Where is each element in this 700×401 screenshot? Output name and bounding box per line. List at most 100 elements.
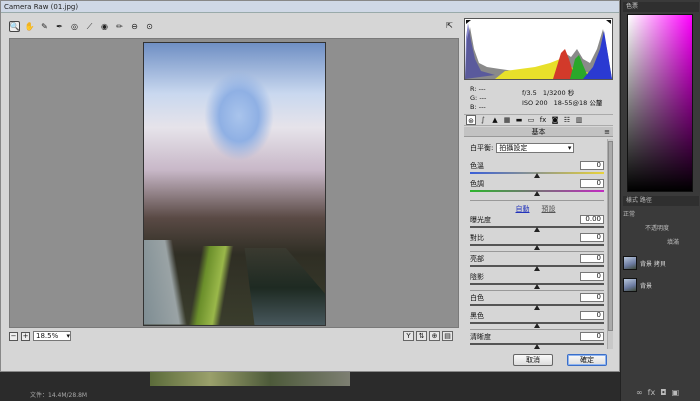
brush-tool-icon[interactable]: ✏ — [114, 21, 125, 32]
slider-thumb[interactable] — [534, 323, 540, 328]
slider-label: 陰影 — [470, 273, 484, 281]
slider-thumb[interactable] — [534, 305, 540, 310]
auto-default-row: 自動 預設 — [464, 204, 607, 214]
slider-thumb[interactable] — [534, 344, 540, 349]
hsl-tab-icon[interactable]: ▦ — [502, 115, 512, 125]
targeted-adjustment-tool-icon[interactable]: ◎ — [69, 21, 80, 32]
slider-label: 清晰度 — [470, 333, 491, 341]
split-toning-tab-icon[interactable]: ▬ — [514, 115, 524, 125]
slider-value-field[interactable]: 0 — [580, 293, 604, 302]
new-layer-icon[interactable]: ▣ — [672, 388, 680, 397]
lens-value: 18-55@18 公釐 — [553, 99, 603, 107]
fullscreen-toggle-icon[interactable]: ⇱ — [444, 21, 455, 32]
styles-paths-tabs[interactable]: 樣式 路徑 — [623, 196, 699, 206]
presets-tab-icon[interactable]: ☷ — [562, 115, 572, 125]
preview-photo — [143, 42, 326, 326]
slider-thumb[interactable] — [534, 191, 540, 196]
slider-value-field[interactable]: 0 — [580, 233, 604, 242]
tool-bar: 🔍 ✋ ✎ ✒ ◎ ⟋ ◉ ✏ ⊖ ⊙ — [9, 21, 155, 32]
slider-thumb[interactable] — [534, 227, 540, 232]
straighten-tool-icon[interactable]: ⟋ — [84, 21, 95, 32]
slider-value-field[interactable]: 0 — [580, 254, 604, 263]
zoom-out-button[interactable]: − — [9, 331, 18, 341]
copy-settings-icon[interactable]: ⊕ — [429, 331, 440, 341]
panel-scrollbar[interactable] — [607, 139, 613, 349]
snapshots-tab-icon[interactable]: ▥ — [574, 115, 584, 125]
r-label: R: — [470, 85, 477, 93]
default-link[interactable]: 預設 — [542, 204, 556, 214]
color-panel-tab[interactable]: 色票 — [623, 2, 699, 12]
hand-tool-icon[interactable]: ✋ — [24, 21, 35, 32]
fx-icon[interactable]: fx — [648, 388, 656, 397]
slider-label: 色調 — [470, 180, 484, 188]
slider-value-field[interactable]: 0 — [580, 161, 604, 170]
toggle-settings-icon[interactable]: ▤ — [442, 331, 453, 341]
link-layers-icon[interactable]: ∞ — [636, 388, 643, 397]
slider-value-field[interactable]: 0 — [580, 179, 604, 188]
layer-row[interactable]: 背景 拷貝 — [621, 252, 700, 274]
detail-tab-icon[interactable]: ▲ — [490, 115, 500, 125]
rotate-tool-icon[interactable]: ⊖ — [129, 21, 140, 32]
preferences-tool-icon[interactable]: ⊙ — [144, 21, 155, 32]
slider-label: 曝光度 — [470, 216, 491, 224]
slider-contrast: 對比 0 — [470, 233, 604, 250]
rgb-readout: R: --- G: --- B: --- — [470, 85, 486, 112]
opacity-label: 不透明度 — [645, 225, 670, 232]
layer-row[interactable]: 背景 — [621, 274, 700, 296]
effects-tab-icon[interactable]: fx — [538, 115, 548, 125]
zoom-tool-icon[interactable]: 🔍 — [9, 21, 20, 32]
camera-calibration-tab-icon[interactable]: ◙ — [550, 115, 560, 125]
slider-label: 白色 — [470, 294, 484, 302]
white-balance-select[interactable]: 拍攝設定 ▾ — [496, 143, 575, 153]
photoshop-right-panel: 色票 樣式 路徑 正常 不透明度 填滿 背景 拷貝 背景 — [620, 0, 700, 401]
slider-tint: 色調 0 — [470, 179, 604, 196]
blend-mode-select[interactable]: 正常 — [623, 210, 699, 220]
image-preview-area[interactable] — [9, 38, 459, 328]
slider-exposure: 曝光度 0.00 — [470, 215, 604, 232]
slider-thumb[interactable] — [534, 245, 540, 250]
slider-value-field[interactable]: 0 — [580, 311, 604, 320]
photoshop-canvas-area — [0, 372, 620, 401]
g-value: --- — [479, 94, 487, 102]
swap-settings-icon[interactable]: ⇅ — [416, 331, 427, 341]
zoom-level-select[interactable]: 18.5% ▾ — [33, 331, 71, 341]
slider-thumb[interactable] — [534, 266, 540, 271]
red-eye-tool-icon[interactable]: ◉ — [99, 21, 110, 32]
zoom-level-value: 18.5% — [36, 332, 59, 340]
zoom-in-button[interactable]: + — [21, 331, 30, 341]
canvas-photo-strip — [150, 372, 350, 386]
scrollbar-thumb[interactable] — [608, 141, 613, 331]
divider — [470, 290, 604, 291]
color-picker-field[interactable] — [627, 14, 693, 192]
tone-curve-tab-icon[interactable]: ∫ — [478, 115, 488, 125]
slider-highlights: 亮部 0 — [470, 254, 604, 271]
iso-value: ISO 200 — [522, 99, 548, 107]
slider-value-field[interactable]: 0 — [580, 272, 604, 281]
slider-value-field[interactable]: 0.00 — [580, 215, 604, 224]
slider-value-field[interactable]: 0 — [580, 332, 604, 341]
chevron-down-icon: ▾ — [567, 144, 572, 152]
before-after-y-icon[interactable]: Y — [403, 331, 414, 341]
basic-tab-icon[interactable]: ⊛ — [466, 115, 476, 125]
b-label: B: — [470, 103, 477, 111]
panel-tabs: ⊛ ∫ ▲ ▦ ▬ ▭ fx ◙ ☷ ▥ — [464, 114, 613, 126]
panel-menu-icon[interactable]: ≡ — [604, 127, 610, 137]
ok-button[interactable]: 確定 — [567, 354, 607, 366]
camera-raw-dialog: Camera Raw (01.jpg) 🔍 ✋ ✎ ✒ ◎ ⟋ ◉ ✏ ⊖ ⊙ … — [0, 0, 620, 372]
color-sampler-tool-icon[interactable]: ✒ — [54, 21, 65, 32]
auto-link[interactable]: 自動 — [516, 204, 530, 214]
layer-name: 背景 拷貝 — [640, 260, 666, 268]
lens-corrections-tab-icon[interactable]: ▭ — [526, 115, 536, 125]
slider-thumb[interactable] — [534, 284, 540, 289]
white-balance-tool-icon[interactable]: ✎ — [39, 21, 50, 32]
slider-label: 色溫 — [470, 162, 484, 170]
panel-title: 基本 ≡ — [464, 127, 613, 137]
chevron-down-icon: ▾ — [66, 332, 70, 340]
r-value: --- — [478, 85, 486, 93]
view-mode-icons: Y ⇅ ⊕ ▤ — [403, 331, 453, 341]
slider-label: 黑色 — [470, 312, 484, 320]
slider-thumb[interactable] — [534, 173, 540, 178]
cancel-button[interactable]: 取消 — [513, 354, 553, 366]
layer-panel-icons: ∞ fx ◘ ▣ — [636, 388, 679, 397]
mask-icon[interactable]: ◘ — [660, 388, 666, 397]
